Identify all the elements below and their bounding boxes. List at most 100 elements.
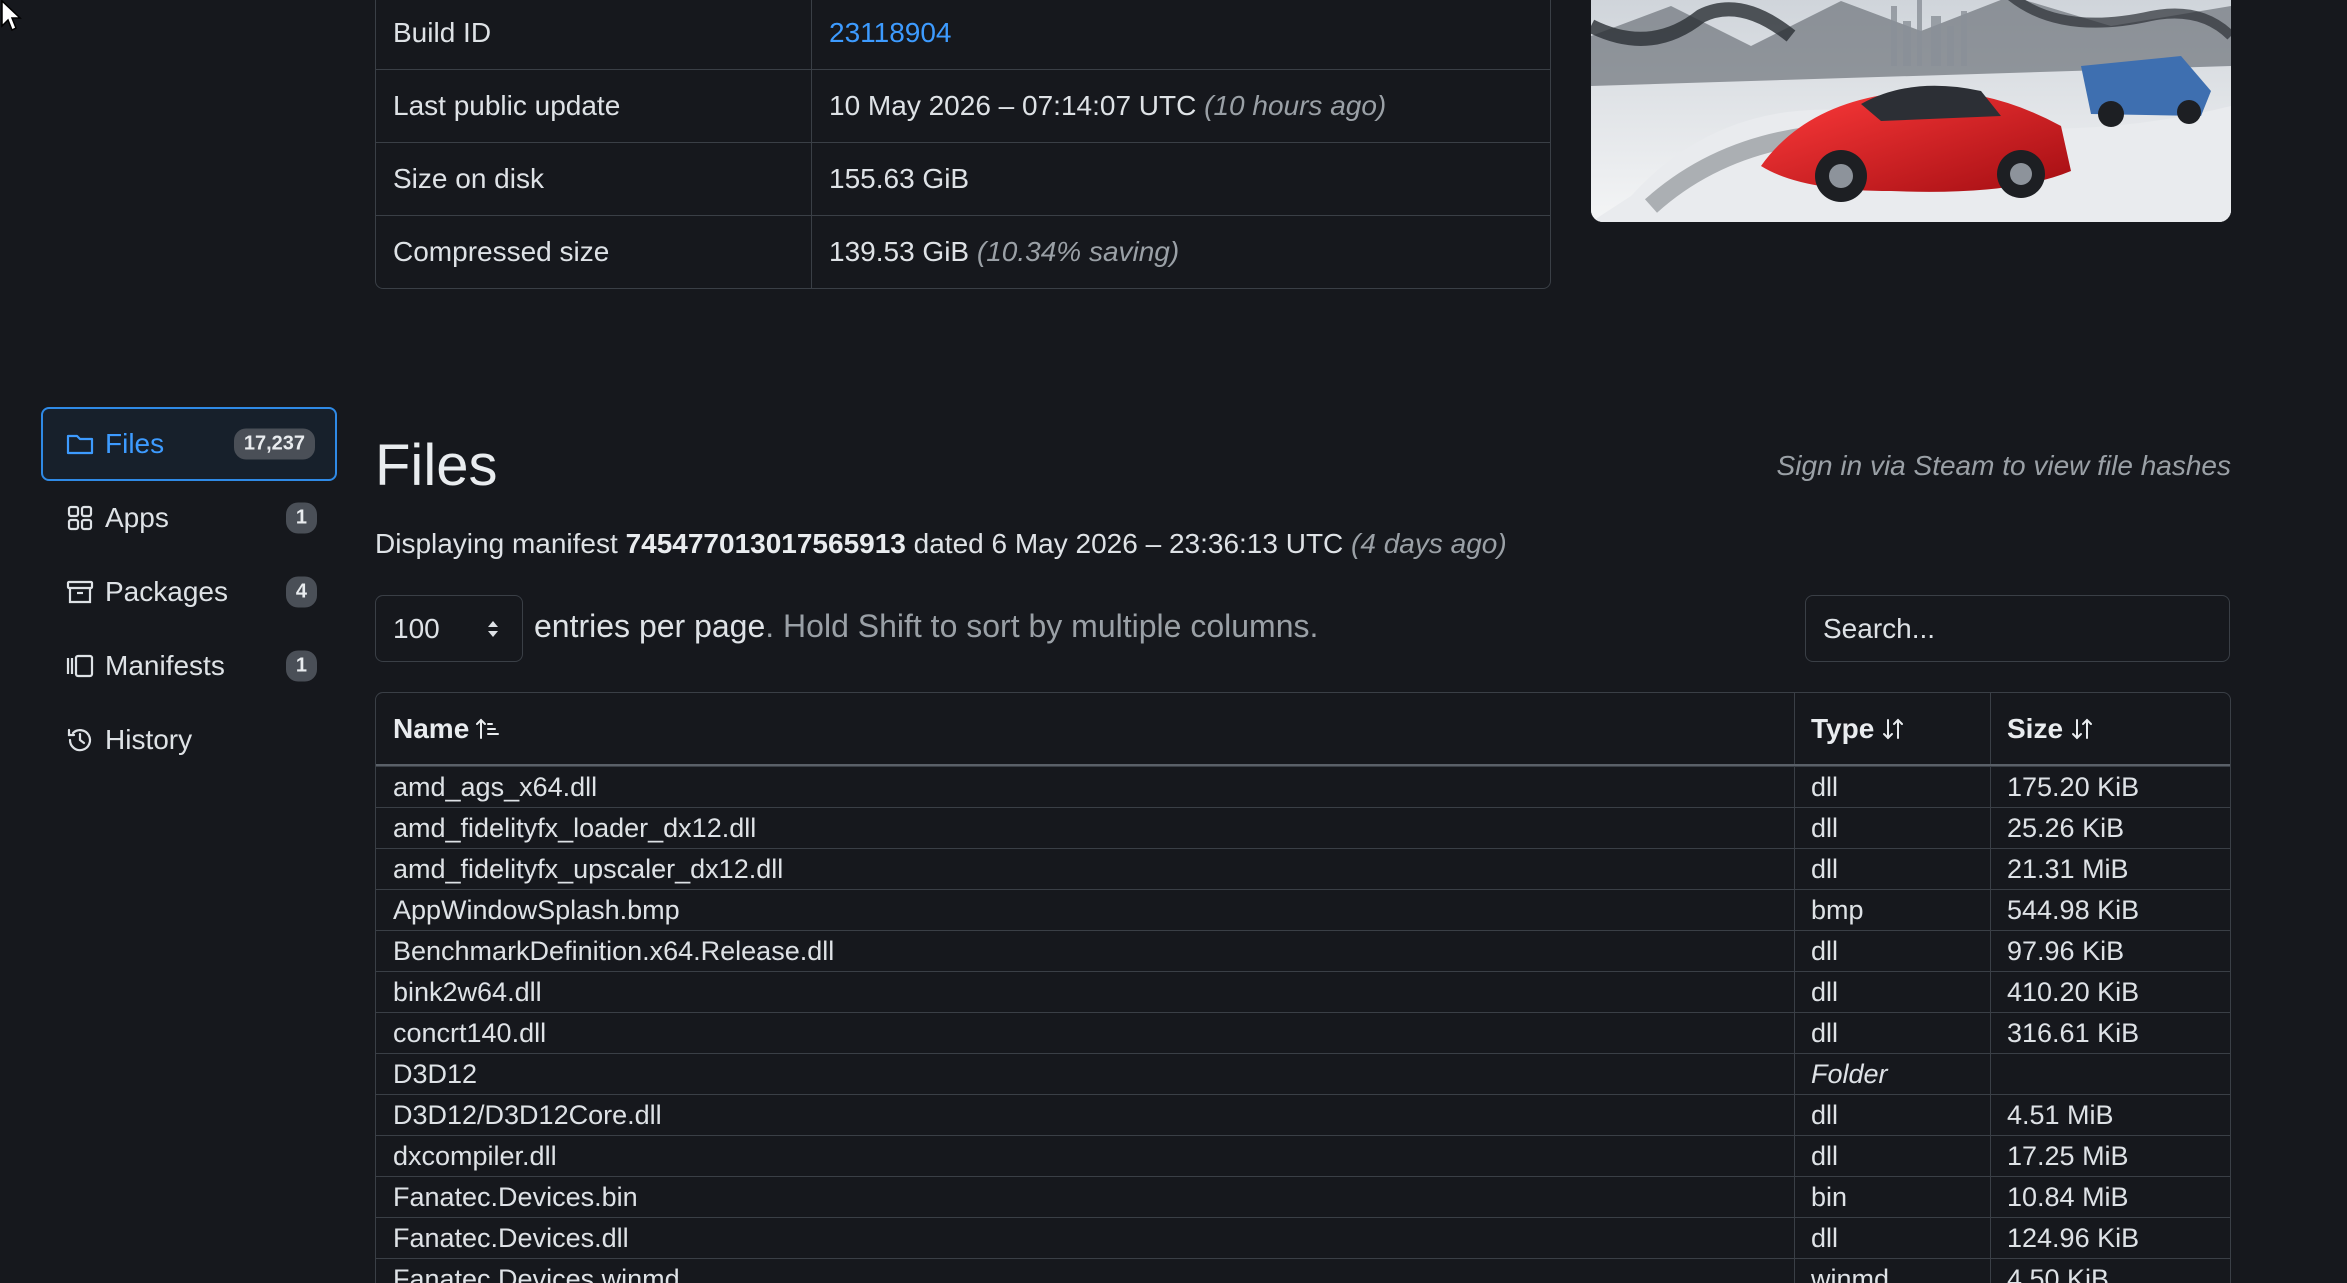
file-size: 21.31 MiB bbox=[2007, 853, 2129, 884]
depot-info-table: Build ID 23118904 Last public update 10 … bbox=[375, 0, 1551, 289]
manifest-id: 745477013017565913 bbox=[625, 528, 906, 559]
table-row: AppWindowSplash.bmp bmp 544.98 KiB bbox=[376, 889, 2230, 930]
entries-label: entries per page bbox=[534, 608, 766, 644]
table-row: amd_fidelityfx_loader_dx12.dll dll 25.26… bbox=[376, 807, 2230, 848]
file-size: 97.96 KiB bbox=[2007, 935, 2125, 966]
build-id-link[interactable]: 23118904 bbox=[829, 17, 952, 49]
table-row: BenchmarkDefinition.x64.Release.dll dll … bbox=[376, 930, 2230, 971]
file-type: dll bbox=[1795, 767, 1991, 807]
mouse-cursor-icon bbox=[1, 0, 22, 32]
entries-per-page-label: entries per page. Hold Shift to sort by … bbox=[534, 608, 1318, 645]
file-size bbox=[1991, 1054, 2230, 1094]
file-size: 544.98 KiB bbox=[2007, 894, 2140, 925]
manifest-description: Displaying manifest 745477013017565913 d… bbox=[375, 528, 1507, 560]
grid-icon bbox=[65, 503, 95, 533]
column-header-name[interactable]: Name bbox=[376, 693, 1795, 764]
sidebar-item-manifests[interactable]: Manifests 1 bbox=[41, 629, 337, 703]
file-size: 25.26 KiB bbox=[2007, 812, 2125, 843]
file-type: bin bbox=[1795, 1177, 1991, 1217]
file-name: BenchmarkDefinition.x64.Release.dll bbox=[376, 931, 1795, 971]
game-artwork-image bbox=[1591, 0, 2231, 222]
file-type: dll bbox=[1795, 1218, 1991, 1258]
file-size: 4.51 MiB bbox=[2007, 1099, 2114, 1130]
sidebar-item-files[interactable]: Files 17,237 bbox=[41, 407, 337, 481]
file-type: dll bbox=[1795, 808, 1991, 848]
file-name: amd_fidelityfx_upscaler_dx12.dll bbox=[376, 849, 1795, 889]
info-row-last-update: Last public update 10 May 2026 – 07:14:0… bbox=[376, 69, 1550, 142]
file-name: D3D12 bbox=[376, 1054, 1795, 1094]
files-heading: Files bbox=[375, 433, 498, 498]
sidebar-item-label: Packages bbox=[105, 576, 228, 607]
sidebar-item-label: Apps bbox=[105, 502, 169, 533]
info-value: 23118904 bbox=[812, 0, 1550, 69]
sort-ascending-icon bbox=[476, 718, 500, 739]
sidebar-item-packages[interactable]: Packages 4 bbox=[41, 555, 337, 629]
depot-sidebar-nav: Files 17,237 Apps 1 Packages 4 Manifests… bbox=[41, 407, 337, 777]
history-icon bbox=[65, 725, 95, 755]
info-key: Size on disk bbox=[376, 143, 812, 215]
info-row-size-on-disk: Size on disk 155.63 GiB bbox=[376, 142, 1550, 215]
file-type: dll bbox=[1795, 1095, 1991, 1135]
manifest-dated: dated 6 May 2026 – 23:36:13 UTC bbox=[905, 528, 1352, 559]
apps-count-badge: 1 bbox=[285, 502, 317, 534]
table-row: Fanatec.Devices.dll dll 124.96 KiB bbox=[376, 1217, 2230, 1258]
info-value: 139.53 GiB (10.34% saving) bbox=[812, 216, 1550, 288]
table-row: concrt140.dll dll 316.61 KiB bbox=[376, 1012, 2230, 1053]
column-header-type[interactable]: Type bbox=[1795, 693, 1991, 764]
compressed-size-value: 139.53 GiB bbox=[829, 236, 977, 267]
file-type: winmd bbox=[1795, 1259, 1991, 1283]
file-name: D3D12/D3D12Core.dll bbox=[376, 1095, 1795, 1135]
archive-icon bbox=[65, 577, 95, 607]
file-name: concrt140.dll bbox=[376, 1013, 1795, 1053]
table-row-folder: D3D12 Folder bbox=[376, 1053, 2230, 1094]
file-size: 4.50 KiB bbox=[2007, 1263, 2110, 1283]
file-name: bink2w64.dll bbox=[376, 972, 1795, 1012]
file-size: 175.20 KiB bbox=[2007, 771, 2140, 802]
file-type: dll bbox=[1795, 1136, 1991, 1176]
files-search-input[interactable] bbox=[1805, 595, 2230, 662]
info-key: Last public update bbox=[376, 70, 812, 142]
table-row: amd_ags_x64.dll dll 175.20 KiB bbox=[376, 766, 2230, 807]
column-header-size[interactable]: Size bbox=[1991, 693, 2230, 764]
file-size: 124.96 KiB bbox=[2007, 1222, 2140, 1253]
file-size: 410.20 KiB bbox=[2007, 976, 2140, 1007]
column-label: Type bbox=[1811, 712, 1875, 744]
size-on-disk-value: 155.63 GiB bbox=[829, 163, 970, 194]
sidebar-item-apps[interactable]: Apps 1 bbox=[41, 481, 337, 555]
per-page-value: 100 bbox=[393, 612, 440, 644]
last-update-value: 10 May 2026 – 07:14:07 UTC bbox=[829, 90, 1205, 121]
game-artwork bbox=[1591, 0, 2231, 222]
info-row-compressed-size: Compressed size 139.53 GiB (10.34% savin… bbox=[376, 215, 1550, 288]
select-arrows-icon bbox=[488, 620, 498, 637]
sidebar-item-label: Manifests bbox=[105, 650, 225, 681]
column-label: Size bbox=[2007, 712, 2064, 744]
file-type: Folder bbox=[1795, 1054, 1991, 1094]
file-size: 17.25 MiB bbox=[2007, 1140, 2129, 1171]
files-table-header: Name Type Size bbox=[376, 693, 2230, 766]
table-row: amd_fidelityfx_upscaler_dx12.dll dll 21.… bbox=[376, 848, 2230, 889]
compressed-saving: (10.34% saving) bbox=[976, 236, 1180, 267]
file-name: Fanatec.Devices.dll bbox=[376, 1218, 1795, 1258]
manifests-count-badge: 1 bbox=[285, 650, 317, 682]
manifests-icon bbox=[65, 651, 95, 681]
sort-toggle-icon bbox=[2072, 718, 2093, 739]
file-type: dll bbox=[1795, 1013, 1991, 1053]
files-table: Name Type Size amd_ags_x64.dll dll 175.2… bbox=[375, 692, 2231, 1283]
info-key: Compressed size bbox=[376, 216, 812, 288]
info-key: Build ID bbox=[376, 0, 812, 69]
file-name: Fanatec.Devices.bin bbox=[376, 1177, 1795, 1217]
last-update-relative: (10 hours ago) bbox=[1204, 90, 1387, 121]
table-row: dxcompiler.dll dll 17.25 MiB bbox=[376, 1135, 2230, 1176]
signin-hint: Sign in via Steam to view file hashes bbox=[1776, 450, 2231, 481]
file-name: AppWindowSplash.bmp bbox=[376, 890, 1795, 930]
sidebar-item-label: Files bbox=[105, 428, 165, 459]
file-name: amd_ags_x64.dll bbox=[376, 767, 1795, 807]
file-name: dxcompiler.dll bbox=[376, 1136, 1795, 1176]
file-type: dll bbox=[1795, 972, 1991, 1012]
info-value: 155.63 GiB bbox=[812, 143, 1550, 215]
sidebar-item-history[interactable]: History bbox=[41, 703, 337, 777]
entries-per-page-select[interactable]: 100 bbox=[375, 595, 523, 662]
table-row: D3D12/D3D12Core.dll dll 4.51 MiB bbox=[376, 1094, 2230, 1135]
packages-count-badge: 4 bbox=[285, 576, 317, 608]
column-label: Name bbox=[393, 712, 470, 744]
